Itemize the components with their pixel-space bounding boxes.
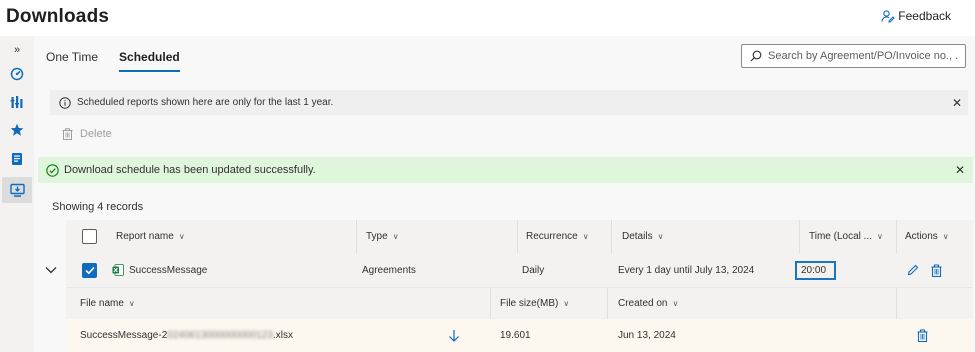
tab-bar: One Time Scheduled bbox=[46, 50, 201, 72]
created-on-cell: Jun 13, 2024 bbox=[618, 330, 676, 341]
column-header-created-on-label: Created on bbox=[618, 298, 668, 309]
column-header-time[interactable]: Time (Local ... ∨ bbox=[809, 220, 883, 253]
feedback-label: Feedback bbox=[898, 9, 951, 23]
column-divider bbox=[799, 220, 800, 253]
column-header-file-size[interactable]: File size(MB) ∨ bbox=[500, 288, 569, 319]
delete-button[interactable]: Delete bbox=[62, 128, 112, 140]
chevron-down-icon: ∨ bbox=[672, 299, 679, 308]
column-divider bbox=[896, 220, 897, 253]
report-name-cell: SuccessMessage bbox=[112, 253, 207, 287]
column-header-file-name[interactable]: File name ∨ bbox=[80, 288, 135, 319]
file-name-redacted: 0240613000000000123 bbox=[167, 330, 273, 341]
file-size-cell: 19.601 bbox=[500, 330, 531, 341]
row-checkbox[interactable] bbox=[82, 262, 97, 278]
column-header-actions-label: Actions bbox=[905, 231, 938, 242]
page-title: Downloads bbox=[6, 6, 110, 27]
trash-icon[interactable] bbox=[931, 263, 942, 277]
select-all-cell bbox=[82, 220, 97, 253]
success-message-bar: Download schedule has been updated succe… bbox=[38, 157, 973, 183]
success-message-text: Download schedule has been updated succe… bbox=[64, 164, 316, 176]
chevron-down-icon: ∨ bbox=[563, 299, 570, 308]
dashboard-icon[interactable] bbox=[7, 64, 27, 84]
trash-icon bbox=[62, 128, 73, 140]
left-nav-rail: » bbox=[0, 36, 34, 352]
column-header-created-on[interactable]: Created on ∨ bbox=[618, 288, 678, 319]
time-value: 20:00 bbox=[795, 260, 837, 280]
chevron-down-icon: ∨ bbox=[128, 299, 135, 308]
file-name-cell: SuccessMessage-2 0240613000000000123 .xlsx bbox=[80, 319, 293, 352]
column-header-file-name-label: File name bbox=[80, 298, 124, 309]
chevron-down-icon: ∨ bbox=[392, 232, 399, 241]
column-divider bbox=[356, 220, 357, 253]
tab-scheduled[interactable]: Scheduled bbox=[119, 50, 180, 72]
download-icon[interactable] bbox=[448, 319, 460, 352]
column-header-details-label: Details bbox=[622, 231, 653, 242]
records-count: Showing 4 records bbox=[52, 201, 144, 213]
column-header-actions: Actions ∨ bbox=[905, 220, 949, 253]
table-header-row: Report name ∨ Type ∨ Recurrence ∨ Details ∨ … bbox=[66, 220, 973, 253]
edit-icon[interactable] bbox=[907, 264, 919, 276]
select-all-checkbox[interactable] bbox=[82, 229, 97, 244]
favorites-icon[interactable] bbox=[7, 120, 27, 140]
checkmark-icon bbox=[84, 266, 95, 274]
column-header-report-name[interactable]: Report name ∨ bbox=[116, 220, 185, 253]
chevron-down-icon: ∨ bbox=[876, 232, 883, 241]
search-icon bbox=[750, 50, 762, 62]
page-header: Downloads Feedback bbox=[0, 0, 975, 36]
column-header-type-label: Type bbox=[366, 231, 388, 242]
column-divider bbox=[490, 288, 491, 319]
tab-one-time[interactable]: One Time bbox=[46, 50, 98, 72]
reports-icon[interactable] bbox=[7, 92, 27, 112]
column-divider bbox=[611, 220, 612, 253]
type-cell: Agreements bbox=[362, 264, 416, 276]
documents-icon[interactable] bbox=[7, 149, 27, 169]
file-row: SuccessMessage-2 0240613000000000123 .xlsx… bbox=[66, 319, 973, 352]
chevron-down-icon: ∨ bbox=[178, 232, 185, 241]
table-row[interactable]: SuccessMessage Agreements Daily Every 1 … bbox=[45, 253, 973, 287]
row-select-cell bbox=[82, 253, 97, 287]
recurrence-cell: Daily bbox=[522, 264, 545, 276]
checkmark-circle-icon bbox=[46, 163, 59, 177]
feedback-button[interactable]: Feedback bbox=[881, 9, 951, 23]
chevron-down-icon: ∨ bbox=[582, 232, 589, 241]
chevron-down-icon: ∨ bbox=[657, 232, 664, 241]
time-cell: 20:00 bbox=[795, 253, 837, 287]
info-close-icon[interactable]: ✕ bbox=[952, 97, 962, 109]
main-content: One Time Scheduled Scheduled reports sho… bbox=[34, 36, 975, 352]
feedback-icon bbox=[881, 10, 896, 23]
info-message-bar: Scheduled reports shown here are only fo… bbox=[50, 90, 968, 115]
success-close-icon[interactable]: ✕ bbox=[955, 164, 965, 176]
trash-icon[interactable] bbox=[917, 319, 928, 352]
column-header-type[interactable]: Type ∨ bbox=[366, 220, 399, 253]
files-header-row: File name ∨ File size(MB) ∨ Created on ∨ bbox=[66, 287, 973, 319]
file-name-suffix: .xlsx bbox=[272, 330, 293, 341]
report-name: SuccessMessage bbox=[129, 264, 208, 276]
info-message-text: Scheduled reports shown here are only fo… bbox=[77, 97, 334, 108]
column-header-file-size-label: File size(MB) bbox=[500, 298, 559, 309]
column-header-recurrence[interactable]: Recurrence ∨ bbox=[526, 220, 589, 253]
info-icon bbox=[59, 96, 71, 109]
column-header-recurrence-label: Recurrence bbox=[526, 231, 578, 242]
column-divider bbox=[896, 288, 897, 319]
column-header-details[interactable]: Details ∨ bbox=[622, 220, 663, 253]
expand-nav-button[interactable]: » bbox=[7, 40, 27, 60]
column-header-report-name-label: Report name bbox=[116, 231, 174, 242]
column-divider bbox=[607, 288, 608, 319]
chevron-down-icon: ∨ bbox=[942, 232, 949, 241]
search-box[interactable] bbox=[741, 44, 966, 68]
file-name-prefix: SuccessMessage-2 bbox=[80, 330, 168, 341]
excel-file-icon bbox=[112, 264, 124, 276]
chevron-down-icon[interactable] bbox=[45, 266, 57, 274]
downloads-icon[interactable] bbox=[2, 177, 32, 203]
delete-label: Delete bbox=[80, 128, 112, 140]
actions-cell bbox=[907, 253, 942, 287]
search-input[interactable] bbox=[768, 50, 958, 62]
column-divider bbox=[517, 220, 518, 253]
column-header-time-label: Time (Local ... bbox=[809, 231, 872, 242]
details-cell: Every 1 day until July 13, 2024 bbox=[618, 264, 755, 276]
